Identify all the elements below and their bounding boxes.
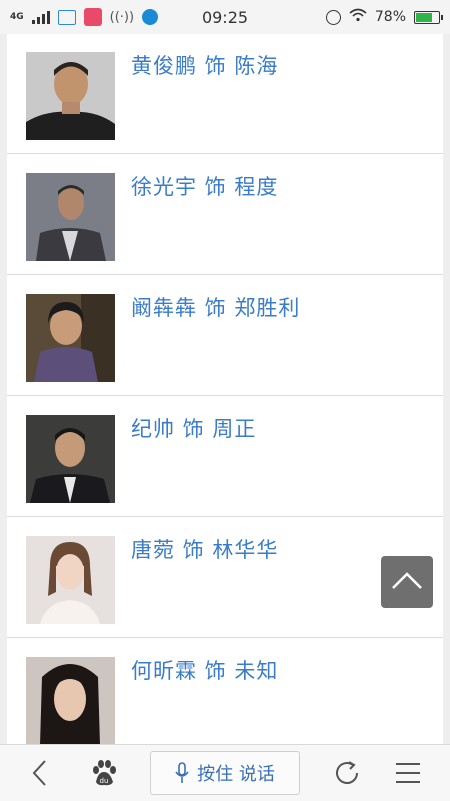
chevron-up-icon (392, 572, 422, 589)
actor-photo[interactable] (26, 415, 115, 503)
actor-photo[interactable] (26, 173, 115, 261)
alarm-icon (325, 9, 341, 25)
hamburger-menu-icon (396, 763, 420, 783)
cast-name-link[interactable]: 阚犇犇 饰 郑胜利 (131, 292, 300, 322)
list-item[interactable]: 纪帅 饰 周正 (7, 397, 443, 517)
actor-photo[interactable] (26, 52, 115, 140)
list-item[interactable]: 何昕霖 饰 未知 (7, 639, 443, 744)
cast-name-link[interactable]: 徐光宇 饰 程度 (131, 171, 278, 201)
actor-photo[interactable] (26, 294, 115, 382)
actor-photo-graphic (26, 657, 115, 744)
actor-photo[interactable] (26, 536, 115, 624)
list-item[interactable]: 徐光宇 饰 程度 (7, 155, 443, 275)
refresh-icon (336, 761, 358, 784)
menu-button[interactable] (386, 745, 430, 801)
bottom-toolbar: du 按住 说话 (0, 744, 450, 801)
actor-photo-graphic (26, 294, 115, 382)
hotspot-icon: ((·)) (109, 9, 135, 25)
cast-list: 黄俊鹏 饰 陈海 徐光宇 饰 程度 阚犇犇 饰 郑胜利 纪帅 饰 周正 唐菀 饰… (7, 34, 443, 744)
list-item[interactable]: 唐菀 饰 林华华 (7, 518, 443, 638)
actor-photo[interactable] (26, 657, 115, 744)
microphone-icon (175, 762, 189, 783)
status-bar: 4G ((·)) 09:25 78% (0, 0, 450, 34)
list-item[interactable]: 阚犇犇 饰 郑胜利 (7, 276, 443, 396)
cast-name-link[interactable]: 唐菀 饰 林华华 (131, 534, 278, 564)
actor-photo-graphic (26, 536, 115, 624)
actor-photo-graphic (26, 173, 115, 261)
list-item[interactable]: 黄俊鹏 饰 陈海 (7, 34, 443, 154)
music-app-icon (142, 9, 159, 25)
signal-icon (31, 10, 50, 24)
back-to-top-button[interactable] (381, 556, 433, 608)
svg-text:du: du (100, 777, 109, 785)
battery-icon (414, 10, 443, 24)
baidu-home-button[interactable]: du (82, 745, 126, 801)
refresh-button[interactable] (325, 745, 369, 801)
network-type: 4G (10, 12, 24, 22)
actor-photo-graphic (26, 52, 115, 140)
voice-input-button[interactable]: 按住 说话 (150, 751, 300, 795)
battery-percent: 78% (374, 9, 406, 25)
cast-name-link[interactable]: 何昕霖 饰 未知 (131, 655, 278, 685)
back-arrow-icon (32, 760, 46, 786)
cast-name-link[interactable]: 纪帅 饰 周正 (131, 413, 256, 443)
cast-name-link[interactable]: 黄俊鹏 饰 陈海 (131, 50, 278, 80)
gallery-icon (57, 9, 76, 25)
back-button[interactable] (18, 745, 62, 801)
voice-input-label: 按住 说话 (197, 764, 275, 785)
wifi-icon (349, 8, 367, 26)
news-app-icon (83, 8, 102, 26)
actor-photo-graphic (26, 415, 115, 503)
baidu-paw-icon: du (93, 760, 116, 786)
